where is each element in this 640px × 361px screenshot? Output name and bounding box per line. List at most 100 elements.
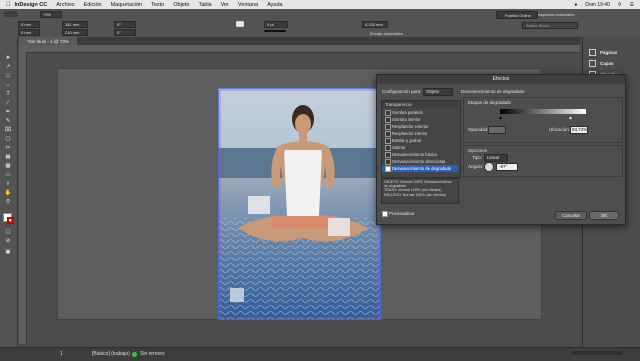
stroke-color-icon[interactable] bbox=[7, 217, 14, 224]
formatting-container-icon[interactable]: ▢ bbox=[3, 229, 13, 236]
pen-tool-icon[interactable]: ✒ bbox=[3, 109, 13, 116]
stroke-weight-field[interactable]: 0 pt bbox=[264, 21, 288, 28]
eyedropper-tool-icon[interactable]: ⌕ bbox=[3, 181, 13, 188]
zoom-field[interactable]: 73% bbox=[40, 11, 62, 18]
horizontal-scrollbar[interactable] bbox=[572, 351, 622, 355]
workspace-switcher[interactable]: Aspectos esenciales bbox=[538, 12, 574, 17]
effects-list: Transparencia Sombra paralela Sombra int… bbox=[381, 100, 461, 178]
page-number[interactable]: 1 bbox=[60, 351, 63, 357]
type-tool-icon[interactable]: T bbox=[3, 91, 13, 98]
h-field[interactable]: 210 mm bbox=[62, 29, 88, 36]
angle-input[interactable]: -87° bbox=[496, 163, 518, 171]
angle-dial[interactable] bbox=[484, 162, 494, 172]
rectangle-tool-icon[interactable]: ▢ bbox=[3, 136, 13, 143]
apply-none-icon[interactable]: ⊘ bbox=[3, 238, 13, 245]
direct-selection-tool-icon[interactable]: ↗ bbox=[3, 64, 13, 71]
start-stop-marker[interactable]: ▲ bbox=[498, 115, 503, 121]
menu-list-icon[interactable]: ☰ bbox=[630, 2, 634, 8]
effect-inner-glow[interactable]: Resplandor interior bbox=[382, 130, 458, 137]
home-button[interactable] bbox=[4, 11, 18, 17]
page-tool-icon[interactable]: □ bbox=[3, 73, 13, 80]
search-icon[interactable]: ⚲ bbox=[618, 2, 622, 8]
menu-maquetacion[interactable]: Maquetación bbox=[111, 2, 143, 8]
placed-image-frame[interactable] bbox=[218, 88, 381, 320]
line-tool-icon[interactable]: ∕ bbox=[3, 100, 13, 107]
publish-online-button[interactable]: Publish Online bbox=[496, 11, 538, 19]
dimension-value: 4,233 mm bbox=[365, 22, 383, 27]
menu-objeto[interactable]: Objeto bbox=[173, 2, 189, 8]
options-group: Opciones Tipo: Lineal Ángulo: -87° bbox=[463, 145, 623, 177]
effect-drop-shadow[interactable]: Sombra paralela bbox=[382, 109, 458, 116]
tools-panel: ➤ ↗ □ ↔ T ∕ ✒ ✎ ⌧ ▢ ✂ ▦ ▩ □ ⌕ ✋ ⚲ ▢ ⊘ ▣ bbox=[0, 37, 18, 347]
pages-panel-tab[interactable]: Páginas bbox=[589, 49, 617, 56]
clock[interactable]: Dom 19:40 bbox=[585, 2, 609, 8]
gradient-ramp[interactable] bbox=[500, 109, 586, 114]
gap-tool-icon[interactable]: ↔ bbox=[3, 82, 13, 89]
w-value: 181 mm bbox=[65, 22, 80, 27]
gradient-stops-group: Etapas de degradado ▲ ▲ Opacidad: Ubicac… bbox=[463, 97, 623, 143]
stock-search-input[interactable]: Adobe Stock bbox=[522, 22, 578, 29]
screen-mode-icon[interactable]: ▣ bbox=[3, 249, 13, 256]
dialog-title[interactable]: Efectos bbox=[377, 75, 625, 84]
stock-search-placeholder: Adobe Stock bbox=[526, 23, 549, 28]
wifi-icon[interactable]: ● bbox=[574, 2, 577, 8]
zoom-tool-icon[interactable]: ⚲ bbox=[3, 199, 13, 206]
fill-swatch[interactable] bbox=[236, 21, 244, 27]
type-select[interactable]: Lineal bbox=[484, 154, 508, 162]
menu-ver[interactable]: Ver bbox=[221, 2, 229, 8]
preflight-status[interactable]: Sin errores bbox=[140, 351, 164, 357]
layers-panel-tab[interactable]: Capas bbox=[589, 60, 614, 67]
scissors-tool-icon[interactable]: ✂ bbox=[3, 145, 13, 152]
stroke-style[interactable] bbox=[264, 30, 286, 32]
horizontal-ruler[interactable] bbox=[19, 45, 580, 53]
shear-field[interactable]: 0° bbox=[114, 29, 136, 36]
menu-archivo[interactable]: Archivo bbox=[56, 2, 74, 8]
effect-label: Desvanecimiento de degradado bbox=[392, 166, 452, 171]
opacity-input[interactable] bbox=[488, 126, 506, 134]
end-stop-marker[interactable]: ▲ bbox=[568, 115, 573, 121]
effect-outer-glow[interactable]: Resplandor exterior bbox=[382, 123, 458, 130]
location-input[interactable]: 83,74% bbox=[570, 126, 588, 134]
menu-texto[interactable]: Texto bbox=[151, 2, 164, 8]
hand-tool-icon[interactable]: ✋ bbox=[3, 190, 13, 197]
effect-directional-feather[interactable]: Desvanecimiento direccional bbox=[382, 158, 458, 165]
effect-bevel-emboss[interactable]: Biselar y grabar bbox=[382, 137, 458, 144]
effect-satin[interactable]: Satinar bbox=[382, 144, 458, 151]
free-transform-tool-icon[interactable]: ▦ bbox=[3, 154, 13, 161]
menu-edicion[interactable]: Edición bbox=[84, 2, 102, 8]
control-bar: 73% 0 mm 0 mm 181 mm 210 mm 0° 0° 0 pt 4… bbox=[0, 9, 640, 38]
style-indicator[interactable]: [Básico] (trabajo) bbox=[92, 351, 130, 357]
effect-basic-feather[interactable]: Desvanecimiento básico bbox=[382, 151, 458, 158]
gradient-tool-icon[interactable]: ▩ bbox=[3, 163, 13, 170]
effect-inner-shadow[interactable]: Sombra interior bbox=[382, 116, 458, 123]
y-field[interactable]: 0 mm bbox=[18, 29, 40, 36]
preview-checkbox[interactable] bbox=[382, 211, 388, 217]
apple-icon[interactable]:  bbox=[6, 2, 11, 8]
list-header[interactable]: Transparencia bbox=[382, 101, 458, 108]
rotation-field[interactable]: 0° bbox=[114, 21, 136, 28]
rectangle-frame-tool-icon[interactable]: ⌧ bbox=[3, 127, 13, 134]
vertical-ruler[interactable] bbox=[19, 52, 27, 344]
effect-gradient-feather[interactable]: Desvanecimiento de degradado bbox=[382, 165, 458, 172]
note-tool-icon[interactable]: □ bbox=[3, 172, 13, 179]
menu-tabla[interactable]: Tabla bbox=[198, 2, 211, 8]
menu-app[interactable]: InDesign CC bbox=[15, 2, 48, 8]
x-field[interactable]: 0 mm bbox=[18, 21, 40, 28]
angle-value: -87° bbox=[499, 164, 508, 169]
dimension-field[interactable]: 4,233 mm bbox=[362, 21, 388, 28]
document-tab[interactable]: *Sin título - 1 @ 73% bbox=[19, 37, 77, 45]
ok-button[interactable]: OK bbox=[589, 211, 619, 220]
menu-ventana[interactable]: Ventana bbox=[238, 2, 258, 8]
effect-label: Resplandor exterior bbox=[392, 124, 429, 129]
effect-checkbox-checked[interactable] bbox=[385, 166, 391, 172]
type-label: Tipo: bbox=[472, 155, 482, 160]
cancel-button[interactable]: Cancelar bbox=[555, 211, 587, 220]
auto-fit-label[interactable]: Encaje automático bbox=[370, 31, 403, 36]
pencil-tool-icon[interactable]: ✎ bbox=[3, 118, 13, 125]
config-select[interactable]: Objeto bbox=[423, 88, 453, 96]
zoom-value: 73% bbox=[43, 12, 52, 17]
menu-ayuda[interactable]: Ayuda bbox=[267, 2, 283, 8]
effect-label: Satinar bbox=[392, 145, 406, 150]
w-field[interactable]: 181 mm bbox=[62, 21, 88, 28]
selection-tool-icon[interactable]: ➤ bbox=[3, 55, 13, 62]
